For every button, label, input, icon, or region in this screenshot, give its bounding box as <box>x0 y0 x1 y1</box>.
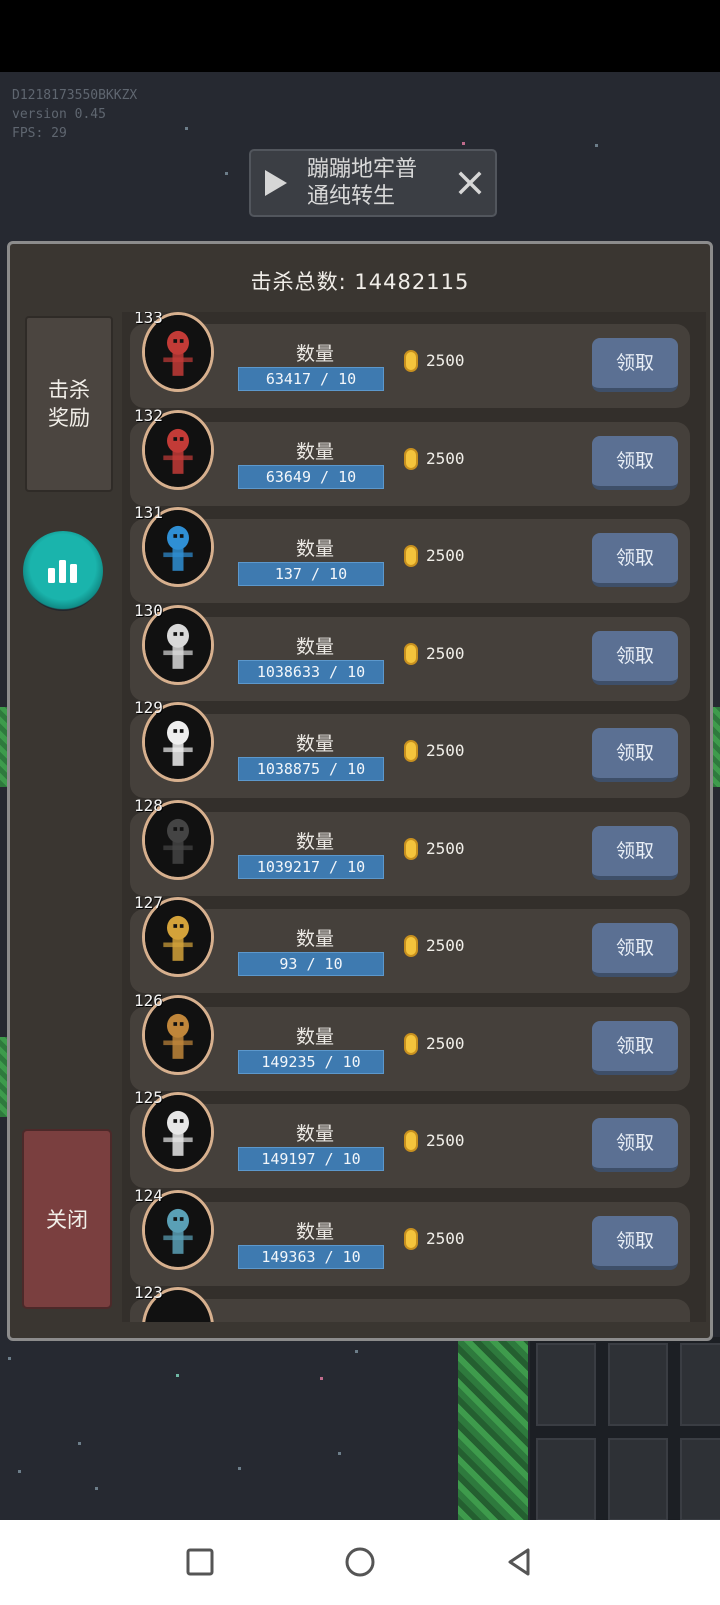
tab-kill-reward[interactable]: 击杀奖励 <box>25 316 113 492</box>
quantity-label: 数量 <box>296 733 335 755</box>
circle-home-icon[interactable] <box>338 1540 382 1584</box>
quantity-label: 数量 <box>296 1123 335 1145</box>
claim-button[interactable]: 领取 <box>592 1020 678 1075</box>
reward-amount: 2500 <box>426 546 465 565</box>
coin-icon <box>404 837 418 860</box>
monster-rank: 133 <box>134 312 163 327</box>
list-item: 131 数量 137 / 10 2500 领取 <box>130 503 690 603</box>
quantity-progress: 1039217 / 10 <box>238 854 384 879</box>
debug-info: D1218173550BKKZX version 0.45 FPS: 29 <box>12 86 137 143</box>
list-item: 125 数量 149197 / 10 2500 领取 <box>130 1088 690 1188</box>
coin-icon <box>404 350 418 372</box>
reward-amount: 2500 <box>426 741 465 760</box>
device-id: D1218173550BKKZX <box>12 88 138 103</box>
monster-rank: 126 <box>134 990 163 1010</box>
quantity-label: 数量 <box>296 1025 335 1048</box>
reward-amount: 2500 <box>426 936 465 955</box>
dialog-title: 击杀总数: 14482115 <box>250 270 470 294</box>
quantity-progress: 63649 / 10 <box>238 464 384 489</box>
quantity-progress: 93 / 10 <box>238 952 384 976</box>
monster-rank: 130 <box>134 600 163 620</box>
quantity-progress: 149363 / 10 <box>238 1244 384 1269</box>
quantity-label: 数量 <box>296 1220 335 1243</box>
claim-button[interactable]: 领取 <box>592 728 678 782</box>
quantity-label: 数量 <box>296 538 335 560</box>
claim-button[interactable]: 领取 <box>592 338 678 392</box>
navigation-bar <box>0 1520 720 1605</box>
monster-rank: 127 <box>134 893 163 912</box>
reward-amount: 2500 <box>426 448 465 468</box>
reward-amount: 2500 <box>426 351 465 370</box>
claim-button[interactable]: 领取 <box>592 533 678 587</box>
reward-list[interactable]: 133 数量 63417 / 10 2500 领取 132 数量 63649 / 10 2500… <box>122 312 706 1322</box>
list-item: 129 数量 1038875 / 10 2500 领取 <box>130 698 690 798</box>
reward-amount: 2500 <box>426 1033 465 1053</box>
claim-button[interactable]: 领取 <box>592 435 678 490</box>
ad-banner[interactable]: 蹦蹦地牢普 通纯转生 <box>249 149 497 217</box>
quantity-label: 数量 <box>296 928 335 950</box>
quantity-progress: 63417 / 10 <box>238 367 384 391</box>
quantity-label: 数量 <box>296 635 335 658</box>
monster-rank: 124 <box>134 1185 163 1205</box>
ad-title-line1: 蹦蹦地牢普 <box>307 157 418 182</box>
monster-rank: 129 <box>134 698 163 717</box>
quantity-progress: 149235 / 10 <box>238 1049 384 1074</box>
vine-decoration <box>458 1322 528 1520</box>
list-item: 133 数量 63417 / 10 2500 领取 <box>130 312 690 408</box>
claim-button[interactable]: 领取 <box>592 923 678 977</box>
bar-chart-icon <box>48 560 77 583</box>
quantity-progress: 1038875 / 10 <box>238 757 384 781</box>
stats-button[interactable] <box>23 531 103 611</box>
ad-title-line2: 通纯转生 <box>307 184 396 209</box>
monster-rank: 132 <box>134 405 163 425</box>
coin-icon <box>404 935 418 957</box>
reward-amount: 2500 <box>426 643 465 663</box>
close-button[interactable]: 关闭 <box>22 1129 112 1309</box>
version-text: version 0.45 <box>12 107 106 122</box>
reward-amount: 2500 <box>426 1131 465 1150</box>
coin-icon <box>404 447 418 470</box>
list-item: 128 数量 1039217 / 10 2500 领取 <box>130 796 690 896</box>
claim-button[interactable]: 领取 <box>592 1118 678 1172</box>
list-item: 127 数量 93 / 10 2500 领取 <box>130 893 690 993</box>
list-item: 132 数量 63649 / 10 2500 领取 <box>130 406 690 506</box>
quantity-label: 数量 <box>296 440 335 463</box>
quantity-progress: 149197 / 10 <box>238 1147 384 1171</box>
reward-amount: 2500 <box>426 838 465 858</box>
close-icon[interactable] <box>445 151 495 215</box>
fps-text: FPS: 29 <box>12 126 67 141</box>
monster-rank: 125 <box>134 1088 163 1107</box>
list-item: 126 数量 149235 / 10 2500 领取 <box>130 991 690 1091</box>
list-item: 124 数量 149363 / 10 2500 领取 <box>130 1186 690 1286</box>
status-bar <box>0 0 720 72</box>
coin-icon <box>404 545 418 567</box>
tab-kill-reward-label: 击杀奖励 <box>48 378 90 430</box>
triangle-back-icon[interactable] <box>498 1540 542 1584</box>
quantity-progress: 137 / 10 <box>238 562 384 586</box>
claim-button[interactable]: 领取 <box>592 630 678 685</box>
play-icon[interactable] <box>251 151 301 215</box>
floor-tiles <box>530 1337 720 1520</box>
claim-button[interactable]: 领取 <box>592 825 678 880</box>
coin-icon <box>404 740 418 762</box>
kill-reward-dialog: 击杀总数: 14482115 击杀奖励 关闭 133 数量 63417 / 10 25… <box>7 241 713 1341</box>
list-item-partial: 123 <box>130 1283 690 1322</box>
quantity-progress: 1038633 / 10 <box>238 659 384 684</box>
monster-rank: 131 <box>134 503 163 522</box>
claim-button[interactable]: 领取 <box>592 1215 678 1270</box>
quantity-label: 数量 <box>296 830 335 853</box>
monster-rank: 128 <box>134 795 163 815</box>
list-item: 130 数量 1038633 / 10 2500 领取 <box>130 601 690 701</box>
coin-icon <box>404 642 418 665</box>
coin-icon <box>404 1227 418 1250</box>
monster-rank: 123 <box>134 1283 163 1302</box>
square-recent-apps-icon[interactable] <box>178 1540 222 1584</box>
coin-icon <box>404 1130 418 1152</box>
quantity-label: 数量 <box>296 343 335 365</box>
coin-icon <box>404 1032 418 1055</box>
reward-amount: 2500 <box>426 1228 465 1248</box>
ad-title: 蹦蹦地牢普 通纯转生 <box>301 156 445 210</box>
